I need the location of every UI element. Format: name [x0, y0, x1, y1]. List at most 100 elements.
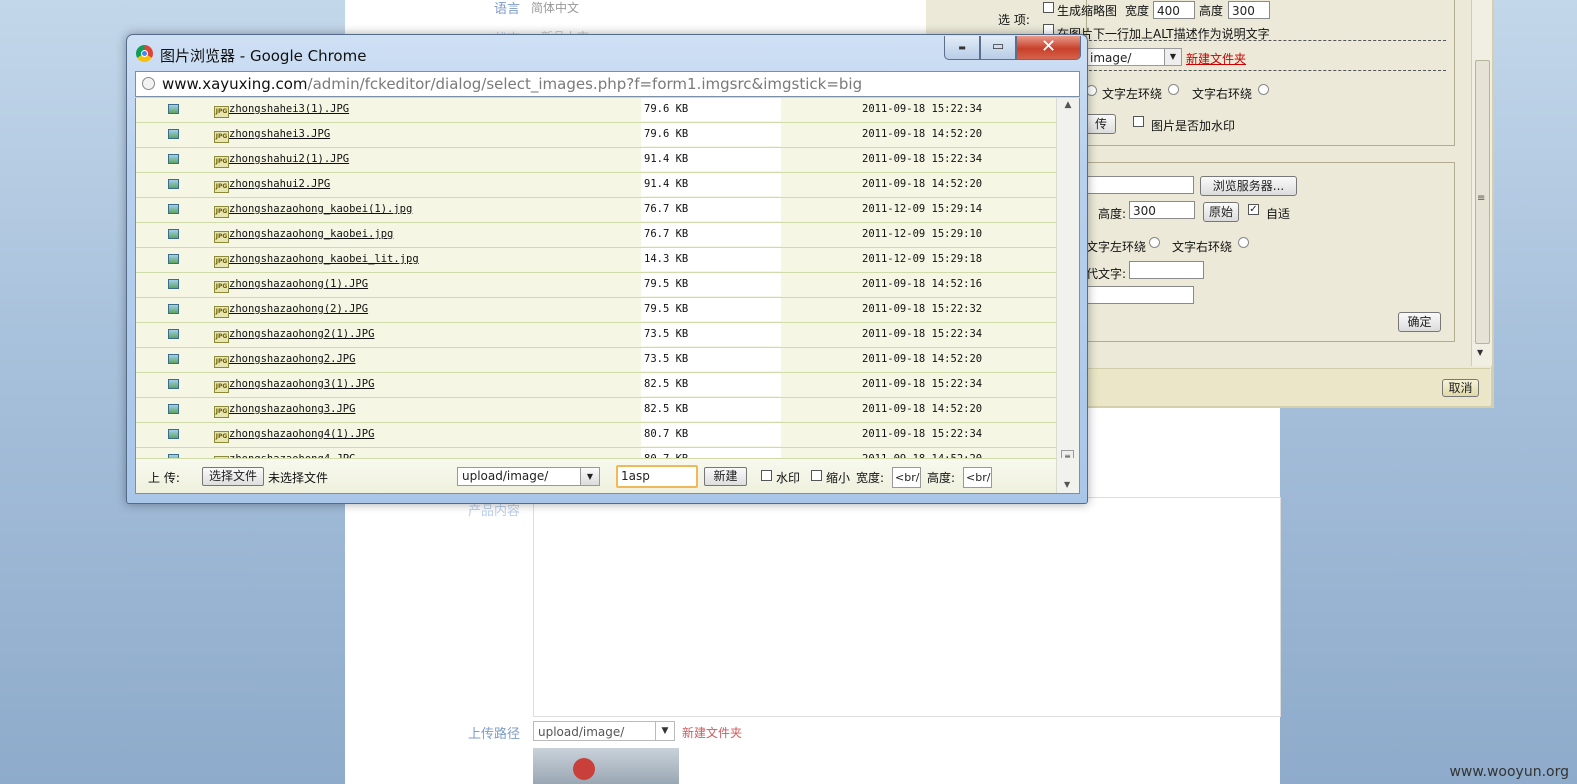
jpg-file-icon: JPG [214, 331, 229, 343]
scroll-down-arrow-icon[interactable]: ▼ [1064, 480, 1070, 489]
file-row[interactable]: JPG zhongshazaohong2(1).JPG 73.5 KB 2011-09… [136, 323, 1058, 348]
scroll-down-arrow-icon[interactable]: ▼ [1477, 348, 1483, 357]
gen-thumb-checkbox[interactable] [1043, 2, 1054, 13]
height2-input[interactable]: 300 [1129, 201, 1195, 219]
image-preview-icon[interactable] [168, 279, 179, 289]
upload-button[interactable]: 传 [1086, 114, 1116, 134]
link-input[interactable] [1086, 286, 1194, 304]
auto-fit-checkbox[interactable]: ✓ [1248, 204, 1259, 215]
file-name-link[interactable]: zhongshazaohong_kaobei(1).jpg [229, 203, 412, 215]
width-input[interactable]: <br/ [892, 467, 921, 488]
upload-path-value: upload/image/ [462, 469, 549, 483]
file-name-link[interactable]: zhongshahei3.JPG [229, 128, 330, 140]
file-row[interactable]: JPG zhongshahei3(1).JPG 79.6 KB 2011-09-18 … [136, 98, 1058, 123]
original-size-button[interactable]: 原始 [1203, 202, 1239, 222]
image-preview-icon[interactable] [168, 404, 179, 414]
file-date: 2011-09-18 15:22:34 [862, 378, 983, 390]
maximize-button[interactable]: ▭ [980, 36, 1016, 60]
file-name-link[interactable]: zhongshahei3(1).JPG [229, 103, 349, 115]
image-preview-icon[interactable] [168, 429, 179, 439]
jpg-file-icon: JPG [214, 256, 229, 268]
file-size: 82.5 KB [644, 378, 689, 390]
file-row[interactable]: JPG zhongshazaohong(1).JPG 79.5 KB 2011-09-… [136, 273, 1058, 298]
choose-file-button[interactable]: 选择文件 [202, 467, 264, 486]
file-name-link[interactable]: zhongshazaohong(2).JPG [229, 303, 368, 315]
file-row[interactable]: JPG zhongshazaohong_kaobei.jpg 76.7 KB 2011… [136, 223, 1058, 248]
new-folder-button[interactable]: 新建 [704, 467, 747, 486]
wrap-right-radio-2[interactable] [1238, 237, 1249, 248]
image-preview-icon[interactable] [168, 254, 179, 264]
ok-button[interactable]: 确定 [1398, 312, 1441, 332]
image-preview-icon[interactable] [168, 379, 179, 389]
file-date: 2011-09-18 15:22:34 [862, 328, 983, 340]
minimize-button[interactable]: ▬ [944, 36, 980, 60]
file-size: 73.5 KB [644, 353, 689, 365]
shrink-checkbox[interactable] [811, 470, 822, 481]
image-preview-icon[interactable] [168, 179, 179, 189]
image-preview-icon[interactable] [168, 104, 179, 114]
maximize-icon: ▭ [991, 39, 1005, 54]
image-preview-icon[interactable] [168, 129, 179, 139]
minimize-icon: ▬ [958, 43, 966, 52]
browse-server-button[interactable]: 浏览服务器... [1200, 176, 1297, 196]
file-row[interactable]: JPG zhongshazaohong2.JPG 73.5 KB 2011-09-18… [136, 348, 1058, 373]
upload-path-select[interactable]: upload/image/ ▼ [533, 721, 675, 741]
new-folder-link[interactable]: 新建文件夹 [682, 724, 742, 741]
file-name-link[interactable]: zhongshazaohong3(1).JPG [229, 378, 374, 390]
wrap-left-label-2: 文字左环绕 [1086, 240, 1147, 254]
wrap-right-radio[interactable] [1258, 84, 1269, 95]
file-date: 2011-09-18 15:22:34 [862, 103, 983, 115]
chevron-down-icon: ▼ [1164, 49, 1181, 65]
path-select[interactable]: image/ ▼ [1086, 48, 1182, 66]
file-name-link[interactable]: zhongshazaohong(1).JPG [229, 278, 368, 290]
file-row[interactable]: JPG zhongshazaohong(2).JPG 79.5 KB 2011-09-… [136, 298, 1058, 323]
image-preview-icon[interactable] [168, 154, 179, 164]
file-row[interactable]: JPG zhongshazaohong4(1).JPG 80.7 KB 2011-09… [136, 423, 1058, 448]
image-preview-icon[interactable] [168, 354, 179, 364]
upload-path-select[interactable]: upload/image/ ▼ [457, 467, 600, 486]
wrap-left-radio[interactable] [1168, 84, 1179, 95]
file-name-link[interactable]: zhongshahui2.JPG [229, 178, 330, 190]
content-scrollbar[interactable]: ▼ [1056, 458, 1079, 493]
file-row[interactable]: JPG zhongshahei3.JPG 79.6 KB 2011-09-18 14:… [136, 123, 1058, 148]
close-button[interactable]: ✕ [1016, 36, 1081, 60]
file-name-link[interactable]: zhongshazaohong3.JPG [229, 403, 355, 415]
properties-scrollbar[interactable]: ≡ ▼ [1471, 0, 1492, 366]
file-name-link[interactable]: zhongshazaohong4(1).JPG [229, 428, 374, 440]
width-input[interactable]: 400 [1153, 1, 1195, 19]
scroll-up-arrow-icon[interactable]: ▲ [1057, 100, 1079, 110]
watermark-checkbox[interactable] [1133, 116, 1144, 127]
properties-footer: 取消 [1086, 368, 1490, 406]
image-preview-icon[interactable] [168, 304, 179, 314]
alt-text-input[interactable] [1129, 261, 1204, 279]
file-name-link[interactable]: zhongshahui2(1).JPG [229, 153, 349, 165]
wrap-left-radio-2[interactable] [1149, 237, 1160, 248]
file-row[interactable]: JPG zhongshazaohong_kaobei_lit.jpg 14.3 KB… [136, 248, 1058, 273]
file-name-link[interactable]: zhongshazaohong2.JPG [229, 353, 355, 365]
file-row[interactable]: JPG zhongshahui2.JPG 91.4 KB 2011-09-18 14:… [136, 173, 1058, 198]
address-bar[interactable]: www.xayuxing.com/admin/fckeditor/dialog/… [135, 71, 1080, 97]
content-editor[interactable] [533, 497, 1281, 717]
image-preview-icon[interactable] [168, 229, 179, 239]
new-folder-input[interactable]: 1asp [616, 465, 698, 488]
file-row[interactable]: JPG zhongshazaohong_kaobei(1).jpg 76.7 KB 2… [136, 198, 1058, 223]
file-row[interactable]: JPG zhongshazaohong3.JPG 82.5 KB 2011-09-18… [136, 398, 1058, 423]
file-date: 2011-09-18 15:22:34 [862, 153, 983, 165]
height-input[interactable]: <br/ [963, 467, 992, 488]
file-name-link[interactable]: zhongshazaohong_kaobei_lit.jpg [229, 253, 419, 265]
file-list-scrollbar[interactable]: ▲ ≡ [1056, 98, 1079, 464]
new-folder-link[interactable]: 新建文件夹 [1186, 50, 1246, 67]
file-name-link[interactable]: zhongshazaohong_kaobei.jpg [229, 228, 393, 240]
file-row[interactable]: JPG zhongshazaohong3(1).JPG 82.5 KB 2011-09… [136, 373, 1058, 398]
jpg-file-icon: JPG [214, 406, 229, 418]
file-row[interactable]: JPG zhongshahui2(1).JPG 91.4 KB 2011-09-18 … [136, 148, 1058, 173]
watermark-checkbox[interactable] [761, 470, 772, 481]
image-url-input[interactable] [1086, 176, 1194, 194]
image-preview-icon[interactable] [168, 204, 179, 214]
image-preview-icon[interactable] [168, 329, 179, 339]
cancel-button[interactable]: 取消 [1442, 379, 1479, 397]
height-input[interactable]: 300 [1228, 1, 1270, 19]
gen-thumb-label: 生成缩略图 [1057, 4, 1118, 18]
file-name-link[interactable]: zhongshazaohong2(1).JPG [229, 328, 374, 340]
wrap-left-label: 文字左环绕 [1102, 87, 1163, 101]
